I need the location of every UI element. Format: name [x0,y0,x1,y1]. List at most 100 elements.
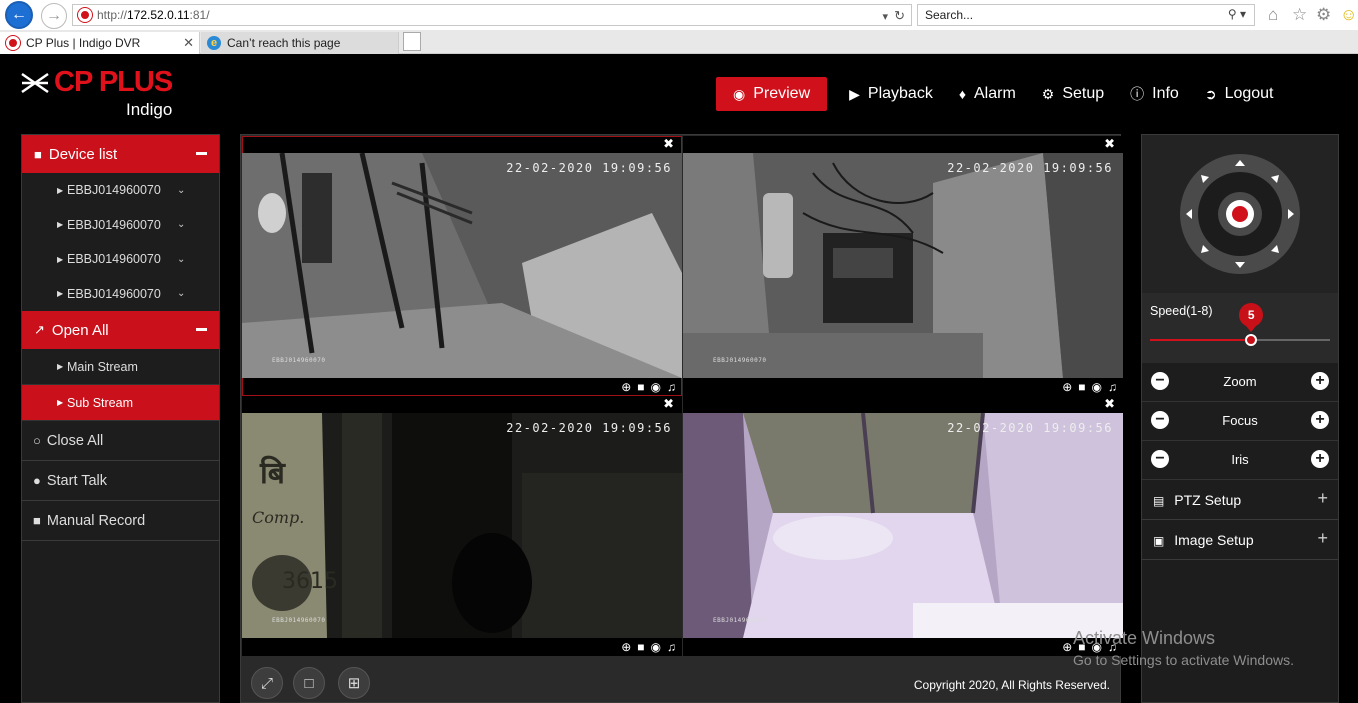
image-setup-section[interactable]: ▣ Image Setup + [1142,520,1338,560]
square-icon: □ [304,674,314,692]
snapshot-camera-icon[interactable]: ◉ [651,640,661,654]
speed-slider-handle[interactable] [1245,334,1258,346]
logo-subtitle: Indigo [126,100,173,119]
nav-preview[interactable]: ◉ Preview [716,77,828,111]
open-all-header[interactable]: ↗ Open All [22,311,219,349]
record-icon[interactable]: ■ [1078,380,1085,394]
audio-icon[interactable]: ♫ [1108,380,1117,394]
zoom-in-icon[interactable]: ⊕ [621,640,631,654]
new-tab-button[interactable] [403,32,421,51]
home-icon[interactable]: ⌂ [1268,5,1278,25]
record-icon[interactable]: ■ [637,640,644,654]
nav-logout[interactable]: ➲ Logout [1205,77,1274,111]
audio-icon[interactable]: ♫ [667,380,676,394]
device-item[interactable]: ▶ EBBJ014960070 ⌄ [22,277,219,312]
camera-toolbar: ⊕ ■ ◉ ♫ [242,638,682,656]
nav-alarm-label: Alarm [973,85,1016,102]
chevron-down-icon[interactable]: ⌄ [177,219,185,230]
camera-tile[interactable]: ✖ 22-02-2020 19:09:56 EBBJ014960070 ⊕ ■ … [683,136,1123,396]
focus-control: − Focus + [1142,402,1338,441]
zoom-in-button[interactable]: + [1311,372,1329,390]
video-camera-icon: ■ [33,513,41,528]
fullscreen-button[interactable]: ⤢ [251,667,283,699]
close-icon[interactable]: ✖ [663,136,674,152]
search-icon[interactable]: ⚲ ▾ [1228,7,1246,21]
forward-button[interactable]: → [41,3,67,29]
device-item[interactable]: ▶ EBBJ014960070 ⌄ [22,173,219,208]
close-icon[interactable]: ✖ [663,396,674,412]
tab-cant-reach[interactable]: e Can’t reach this page [201,32,399,54]
nav-info[interactable]: ⓘ Info [1130,77,1179,111]
close-icon[interactable]: ✖ [1104,396,1115,412]
ptz-setup-section[interactable]: ▤ PTZ Setup + [1142,480,1338,520]
focus-plus-button[interactable]: + [1311,411,1329,429]
ie-favicon-icon: e [207,36,221,50]
camera-feed[interactable]: 22-02-2020 19:09:56 EBBJ014960070 [242,153,682,378]
camera-toolbar: ⊕ ■ ◉ ♫ [683,378,1123,396]
image-setup-label: Image Setup [1174,532,1254,548]
device-list-header[interactable]: ■ Device list [22,135,219,173]
iris-label: Iris [1231,452,1249,467]
browser-tab-strip: CP Plus | Indigo DVR ✕ e Can’t reach thi… [0,30,1358,54]
close-all-button[interactable]: ○ Close All [22,421,219,461]
smiley-icon[interactable]: ☺ [1340,5,1357,25]
zoom-in-icon[interactable]: ⊕ [621,380,631,394]
collapse-icon[interactable] [196,328,207,331]
expand-icon: ⤢ [260,674,273,692]
snapshot-camera-icon[interactable]: ◉ [651,380,661,394]
camera-timestamp: 22-02-2020 19:09:56 [947,161,1113,175]
tab-cp-plus[interactable]: CP Plus | Indigo DVR ✕ [0,32,200,54]
play-circle-icon: ▶ [849,85,860,102]
ptz-setup-label: PTZ Setup [1174,492,1242,508]
nav-playback[interactable]: ▶ Playback [849,77,933,111]
expand-plus-icon[interactable]: + [1317,488,1328,509]
camera-scene [683,413,1123,638]
zoom-in-icon[interactable]: ⊕ [1062,380,1072,394]
search-input[interactable]: Search... ⚲ ▾ [917,4,1255,26]
nav-alarm[interactable]: ♦ Alarm [959,77,1016,111]
expand-plus-icon[interactable]: + [1317,528,1328,549]
close-tab-icon[interactable]: ✕ [183,35,194,51]
sub-stream-item[interactable]: ▶ Sub Stream [22,385,219,421]
camera-tile[interactable]: ✖ 22-02-2020 19:09:56 EBBJ014960070 ⊕ ■ [242,136,682,396]
camera-feed[interactable]: बि Comp. 3615 22-02-2020 19:09:56 EBBJ01… [242,413,682,638]
chevron-down-icon[interactable]: ⌄ [177,254,185,265]
camera-feed[interactable]: 22-02-2020 19:09:56 EBBJ014960070 [683,413,1123,638]
start-talk-label: Start Talk [46,472,108,489]
speed-value-bubble: 5 [1239,303,1264,332]
quad-view-button[interactable]: ⊞ [338,667,370,699]
dropdown-icon[interactable]: ▾ [882,11,888,23]
iris-plus-button[interactable]: + [1311,450,1329,468]
nav-setup[interactable]: ⚙ Setup [1042,77,1104,111]
gear-icon[interactable]: ⚙ [1316,5,1331,25]
manual-record-label: Manual Record [46,512,146,529]
camera-feed[interactable]: 22-02-2020 19:09:56 EBBJ014960070 [683,153,1123,378]
favorites-star-icon[interactable]: ☆ [1292,5,1307,25]
manual-record-button[interactable]: ■ Manual Record [22,501,219,541]
single-view-button[interactable]: □ [293,667,325,699]
arrow-left-icon: ← [11,6,27,23]
close-icon[interactable]: ✖ [1104,136,1115,152]
device-item[interactable]: ▶ EBBJ014960070 ⌄ [22,242,219,277]
camera-tile[interactable]: ✖ बि Comp. 3615 22-02-2020 19:09:56 EBBJ… [242,396,682,656]
camera-toolbar: ⊕ ■ ◉ ♫ [683,638,1123,656]
record-icon[interactable]: ■ [637,380,644,394]
site-favicon-icon [78,8,92,22]
address-bar[interactable]: http://172.52.0.11:81/ ▾ ↻ [72,4,912,26]
back-button[interactable]: ← [5,1,33,29]
ptz-joystick[interactable] [1142,135,1338,293]
start-talk-button[interactable]: ● Start Talk [22,461,219,501]
snapshot-camera-icon[interactable]: ◉ [1092,380,1102,394]
chevron-down-icon[interactable]: ⌄ [177,288,185,299]
zoom-in-icon[interactable]: ⊕ [1062,640,1072,654]
speed-slider-track[interactable]: 5 [1150,303,1330,346]
camera-tile[interactable]: ✖ 22-02-2020 19:09:56 EBBJ014960070 ⊕ ■ [683,396,1123,656]
refresh-icon[interactable]: ↻ [894,8,905,23]
device-item[interactable]: ▶ EBBJ014960070 ⌄ [22,208,219,243]
sub-stream-label: Sub Stream [67,395,134,410]
collapse-icon[interactable] [196,152,207,155]
chevron-down-icon[interactable]: ⌄ [177,185,185,196]
audio-icon[interactable]: ♫ [667,640,676,654]
main-stream-item[interactable]: ▶ Main Stream [22,349,219,385]
nav-playback-label: Playback [867,85,933,102]
